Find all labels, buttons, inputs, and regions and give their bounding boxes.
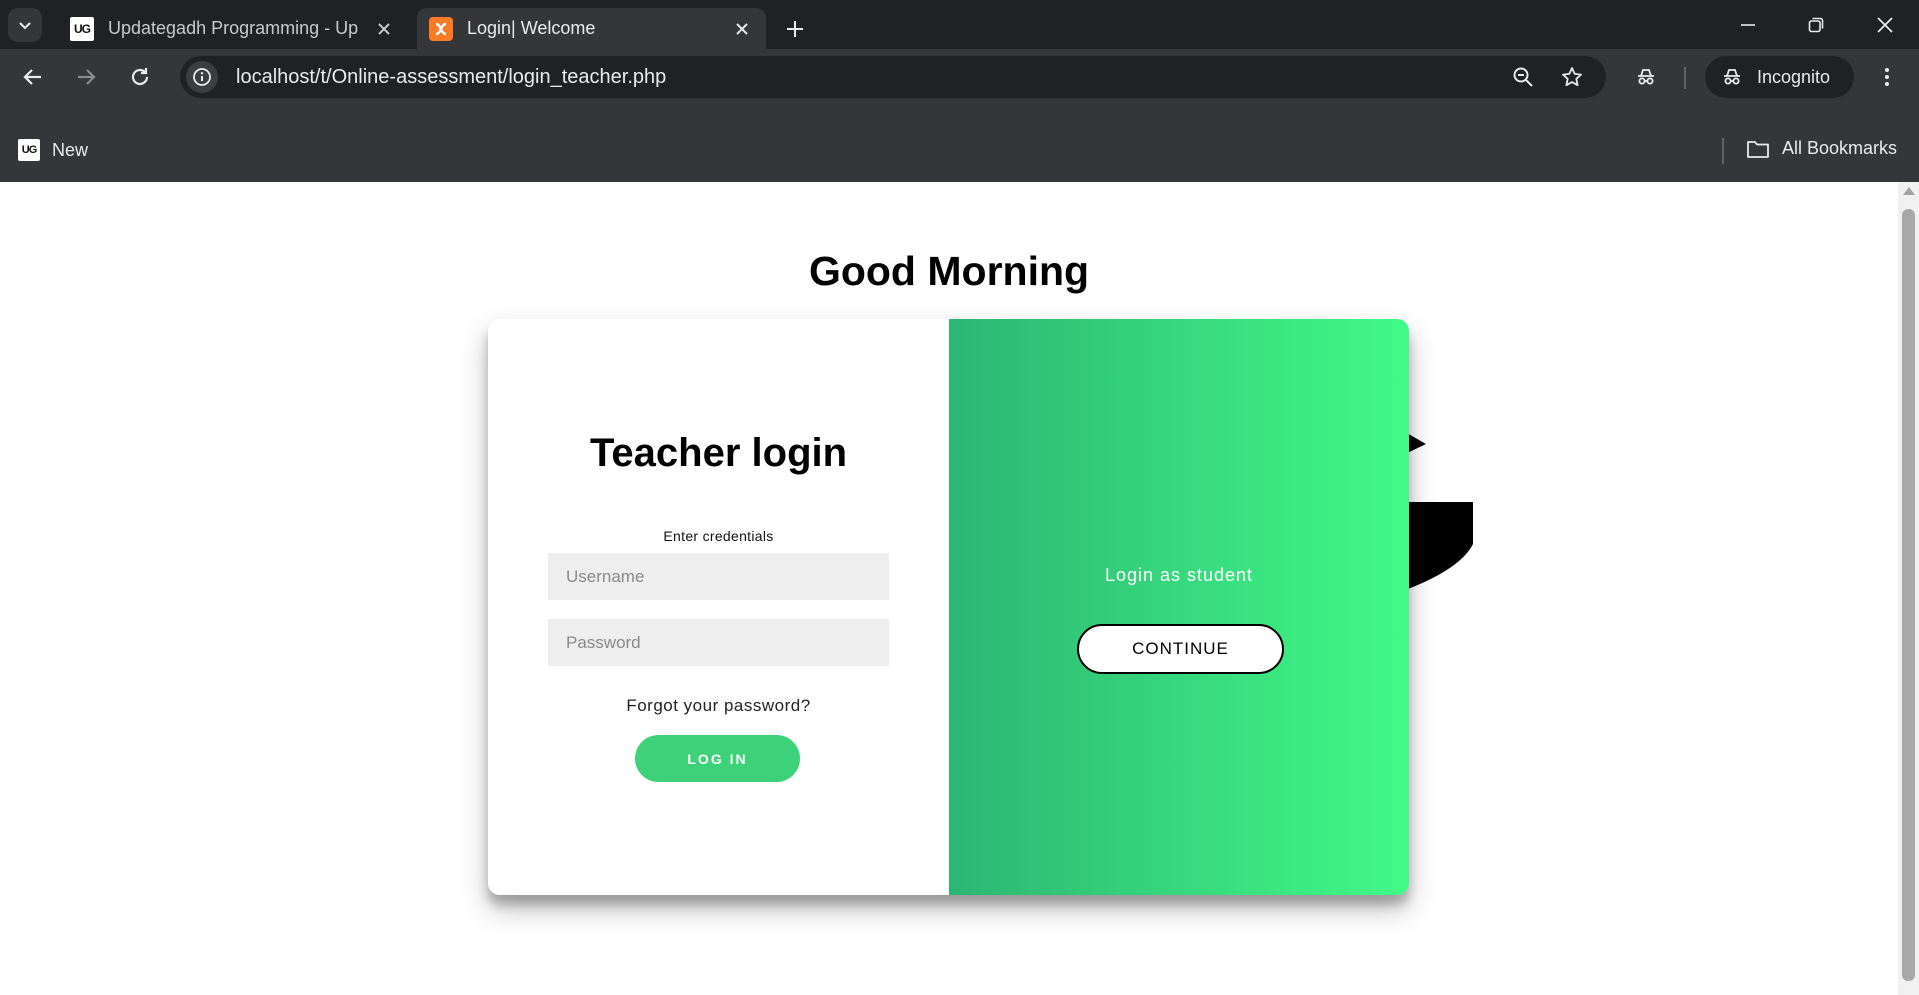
reload-icon [131, 68, 149, 86]
folder-icon [1747, 140, 1769, 158]
username-input[interactable] [548, 553, 889, 600]
site-info-button[interactable] [186, 61, 218, 93]
bookmarks-divider [1722, 138, 1724, 164]
star-icon [1562, 67, 1582, 87]
incognito-extension-button[interactable] [1627, 58, 1665, 96]
restore-button[interactable] [1786, 6, 1846, 44]
back-button[interactable] [14, 58, 52, 96]
toolbar-divider [1684, 67, 1686, 89]
zoom-out-icon [1513, 67, 1533, 87]
close-icon [736, 22, 748, 35]
incognito-icon [1724, 69, 1740, 85]
tab-title: Updategadh Programming - Up [108, 18, 359, 38]
greeting-heading: Good Morning [808, 248, 1090, 294]
bookmark-star-button[interactable] [1556, 61, 1588, 93]
url-text[interactable]: localhost/t/Online-assessment/login_teac… [236, 66, 666, 89]
all-bookmarks-label: All Bookmarks [1782, 138, 1898, 158]
all-bookmarks-button[interactable]: All Bookmarks [1746, 138, 1897, 159]
password-input[interactable] [548, 619, 889, 666]
bookmark-label: New [52, 139, 89, 160]
more-vertical-icon [1885, 68, 1889, 86]
page-viewport: Good Morning Teacher login Enter credent… [0, 182, 1919, 995]
tab-close-button[interactable] [730, 17, 754, 41]
browser-toolbar: localhost/t/Online-assessment/login_teac… [0, 49, 1919, 105]
incognito-profile-button[interactable]: Incognito [1705, 56, 1854, 98]
teacher-login-panel: Teacher login Enter credentials Forgot y… [488, 319, 949, 895]
minimize-button[interactable] [1718, 6, 1778, 44]
tab-close-button[interactable] [372, 17, 396, 41]
arrow-right-icon [78, 69, 96, 85]
continue-button[interactable]: CONTINUE [1077, 624, 1284, 674]
scroll-thumb[interactable] [1902, 209, 1915, 981]
login-as-student-text: Login as student [1104, 565, 1254, 585]
tab-login-welcome[interactable]: Login| Welcome [417, 8, 766, 49]
credentials-subtitle: Enter credentials [663, 528, 774, 544]
incognito-label: Incognito [1757, 66, 1831, 87]
tab-search-button[interactable] [8, 8, 42, 42]
browser-menu-button[interactable] [1868, 58, 1906, 96]
forgot-password-link[interactable]: Forgot your password? [488, 696, 949, 716]
address-bar[interactable]: localhost/t/Online-assessment/login_teac… [180, 56, 1606, 98]
login-card: Teacher login Enter credentials Forgot y… [488, 319, 1409, 895]
xampp-icon [429, 16, 453, 41]
close-icon [378, 22, 390, 35]
page-scrollbar[interactable] [1898, 182, 1919, 995]
bookmark-new[interactable]: UG New [18, 139, 88, 161]
tab-strip: UG Updategadh Programming - Up Login| We… [0, 0, 1919, 49]
reload-button[interactable] [121, 58, 159, 96]
restore-icon [1808, 17, 1824, 33]
new-tab-button[interactable] [778, 12, 812, 46]
arrow-left-icon [23, 69, 41, 85]
plus-icon [787, 21, 803, 37]
updategadh-favicon: UG [18, 139, 40, 161]
tab-updategadh[interactable]: UG Updategadh Programming - Up [58, 8, 408, 49]
tab-title: Login| Welcome [467, 18, 596, 38]
login-button[interactable]: LOG IN [635, 735, 800, 782]
chevron-down-icon [19, 22, 31, 30]
zoom-button[interactable] [1507, 61, 1539, 93]
incognito-icon [1638, 69, 1654, 85]
close-icon [1877, 17, 1893, 33]
bookmarks-bar: UG New All Bookmarks [0, 105, 1919, 182]
student-overlay-panel: Login as student CONTINUE [949, 319, 1409, 895]
minimize-icon [1741, 24, 1755, 26]
close-window-button[interactable] [1855, 6, 1915, 44]
background-decoration [1400, 432, 1473, 592]
forward-button[interactable] [67, 58, 105, 96]
info-icon [193, 68, 211, 86]
updategadh-favicon: UG [70, 16, 94, 41]
scroll-up-arrow[interactable] [1903, 187, 1915, 195]
login-title: Teacher login [589, 431, 848, 475]
